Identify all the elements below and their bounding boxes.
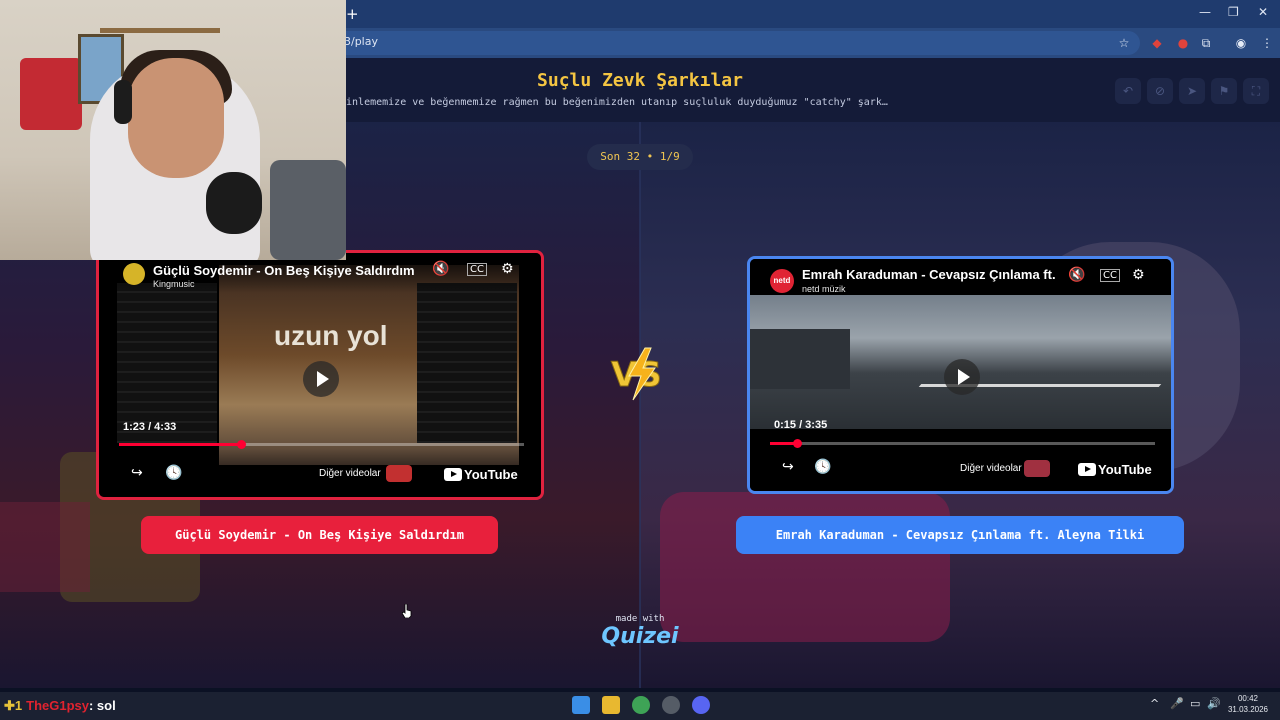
mute-icon[interactable]: 🔇 [432, 261, 449, 277]
play-button[interactable] [303, 361, 339, 397]
flag-icon[interactable]: ⚑ [1211, 78, 1237, 104]
undo-icon[interactable]: ↶ [1115, 78, 1141, 104]
left-video-title[interactable]: Güçlü Soydemir - On Beş Kişiye Saldırdım [153, 263, 415, 278]
webcam-overlay [0, 0, 346, 260]
left-time-display: 1:23 / 4:33 [123, 421, 177, 433]
right-progress-knob[interactable] [792, 439, 802, 448]
quizei-logo[interactable]: Quizei [590, 624, 690, 649]
made-with-label: made with [615, 614, 665, 624]
share-arrow-icon[interactable]: ↪ [131, 465, 143, 481]
link-icon[interactable]: ⊘ [1147, 78, 1173, 104]
new-tab-button[interactable]: + [346, 5, 359, 23]
round-counter: Son 32 • 1/9 [587, 144, 693, 170]
album-title: uzun yol [274, 320, 388, 351]
chat-message: : sol [88, 698, 116, 713]
more-videos-thumb[interactable] [1024, 460, 1050, 477]
windows-start-icon[interactable] [572, 696, 590, 714]
channel-avatar[interactable] [123, 263, 145, 285]
right-video-title[interactable]: Emrah Karaduman - Cevapsız Çınlama ft. [802, 267, 1056, 282]
discord-icon[interactable] [692, 696, 710, 714]
left-channel-name[interactable]: Kingmusic [153, 279, 195, 289]
right-video-player[interactable]: netd Emrah Karaduman - Cevapsız Çınlama … [747, 256, 1174, 494]
share-icon[interactable]: ➤ [1179, 78, 1205, 104]
mute-icon[interactable]: 🔇 [1068, 267, 1085, 283]
quiz-description: dinlememize ve beğenmemize rağmen bu beğ… [340, 97, 888, 108]
right-time-display: 0:15 / 3:35 [774, 419, 828, 431]
play-button[interactable] [944, 359, 980, 395]
hand-cursor-icon [402, 604, 412, 618]
captions-icon[interactable]: CC [1100, 269, 1120, 282]
youtube-logo[interactable]: YouTube [1078, 462, 1152, 477]
address-bar[interactable]: 3/play [300, 31, 1140, 55]
more-videos-label[interactable]: Diğer videolar [319, 468, 381, 479]
more-videos-label[interactable]: Diğer videolar [960, 463, 1022, 474]
left-progress-bar[interactable] [119, 440, 524, 449]
system-clock[interactable]: 00:42 31.03.2026 [1226, 693, 1270, 715]
file-explorer-icon[interactable] [602, 696, 620, 714]
versus-emblem: VS [611, 347, 662, 401]
chrome-icon[interactable] [632, 696, 650, 714]
choose-left-button[interactable]: Güçlü Soydemir - On Beş Kişiye Saldırdım [141, 516, 498, 554]
obs-icon[interactable] [662, 696, 680, 714]
chat-badge: ✚1 [4, 698, 23, 713]
network-icon[interactable]: ▭ [1190, 697, 1200, 710]
watch-later-icon[interactable]: 🕓 [165, 465, 182, 481]
minimize-button[interactable]: — [1199, 5, 1211, 19]
extensions-puzzle-icon[interactable]: ⧉ [1197, 34, 1215, 52]
tracklist-right [417, 283, 517, 443]
fullscreen-icon[interactable]: ⛶ [1243, 78, 1269, 104]
chat-username: TheG1psy [26, 698, 89, 713]
left-video-player[interactable]: uzun yol Güçlü Soydemir - On Beş Kişiye … [96, 250, 544, 500]
captions-icon[interactable]: CC [467, 263, 487, 276]
settings-gear-icon[interactable]: ⚙ [501, 261, 514, 277]
url-text: 3/play [344, 35, 378, 48]
choose-right-button[interactable]: Emrah Karaduman - Cevapsız Çınlama ft. A… [736, 516, 1184, 554]
profile-avatar-icon[interactable]: ◉ [1232, 34, 1250, 52]
share-arrow-icon[interactable]: ↪ [782, 459, 794, 475]
restore-button[interactable]: ❐ [1228, 5, 1239, 19]
microphone-icon[interactable]: 🎤 [1170, 697, 1184, 710]
volume-icon[interactable]: 🔊 [1207, 697, 1221, 710]
watch-later-icon[interactable]: 🕓 [814, 459, 831, 475]
left-progress-knob[interactable] [236, 440, 246, 449]
center-divider [639, 122, 641, 688]
more-videos-thumb[interactable] [386, 465, 412, 482]
clock-date: 31.03.2026 [1227, 705, 1269, 714]
tray-chevron-icon[interactable]: ^ [1150, 697, 1159, 710]
bookmark-star-icon[interactable]: ☆ [1115, 34, 1133, 52]
settings-gear-icon[interactable]: ⚙ [1132, 267, 1145, 283]
left-progress-fill [119, 443, 241, 446]
right-progress-bar[interactable] [770, 439, 1155, 448]
extension-badge-icon[interactable]: ● [1174, 34, 1192, 52]
youtube-logo[interactable]: YouTube [444, 467, 518, 482]
tracklist-left [117, 283, 217, 443]
clock-time: 00:42 [1237, 694, 1259, 703]
extension-icon[interactable]: ◆ [1148, 34, 1166, 52]
channel-avatar[interactable]: netd [770, 269, 794, 293]
stream-chat-overlay: ✚1 TheG1psy: sol [4, 698, 116, 714]
browser-menu-icon[interactable]: ⋮ [1258, 34, 1276, 52]
close-window-button[interactable]: ✕ [1258, 5, 1268, 19]
right-channel-name[interactable]: netd müzik [802, 284, 846, 294]
